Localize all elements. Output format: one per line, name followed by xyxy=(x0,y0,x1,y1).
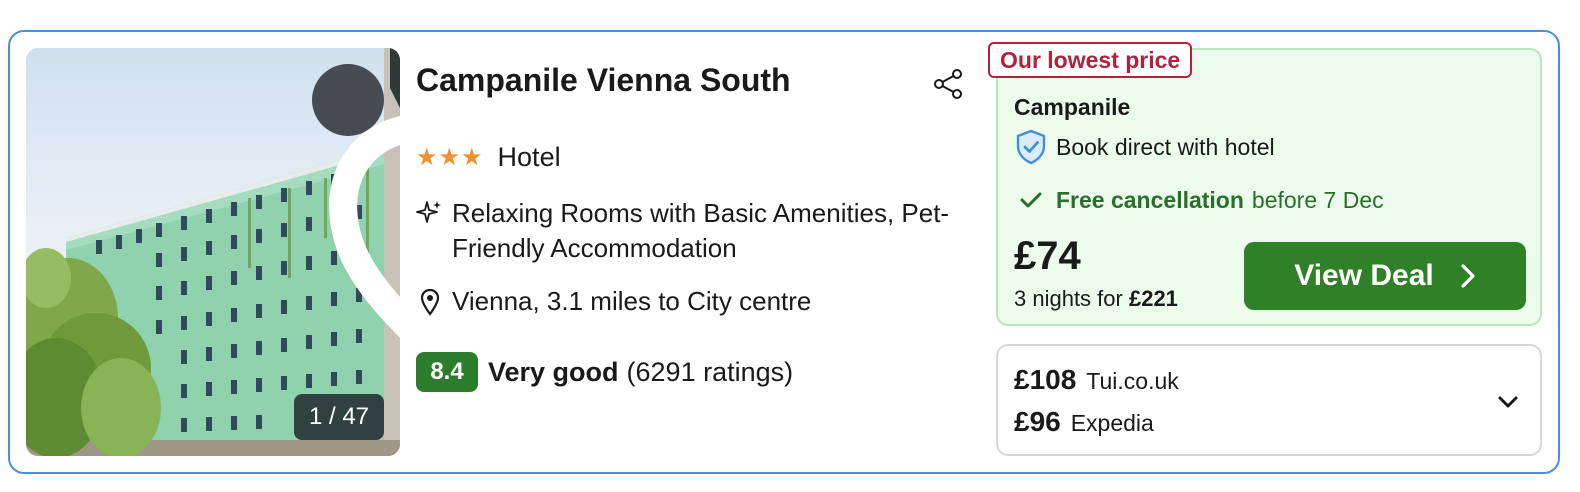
chevron-right-icon xyxy=(1460,263,1476,289)
nights-label: 3 nights for xyxy=(1014,286,1123,311)
offer-price: £96 xyxy=(1014,406,1061,437)
hotel-type: Hotel xyxy=(497,141,561,172)
location-text: Vienna, 3.1 miles to City centre xyxy=(452,286,812,316)
chevron-down-icon[interactable] xyxy=(1494,388,1522,416)
offer-site: Expedia xyxy=(1070,410,1154,436)
rating-score-badge: 8.4 xyxy=(416,352,478,392)
offer-row[interactable]: £108 Tui.co.uk xyxy=(1014,364,1179,396)
offer-row[interactable]: £96 Expedia xyxy=(1014,406,1154,438)
rating-word: Very good xyxy=(488,356,619,387)
hotel-result-card[interactable]: 1 / 47 Campanile Vienna South ★★★ Hotel xyxy=(8,30,1560,474)
rating-count: (6291 ratings) xyxy=(626,356,794,387)
sparkle-icon xyxy=(416,200,444,266)
hotel-info: Campanile Vienna South ★★★ Hotel Relaxin… xyxy=(416,48,976,456)
total-price: £221 xyxy=(1128,286,1178,311)
amenities-row: Relaxing Rooms with Basic Amenities, Pet… xyxy=(416,196,972,266)
hotel-name[interactable]: Campanile Vienna South xyxy=(416,62,791,99)
book-direct-label: Book direct with hotel xyxy=(1056,133,1275,160)
share-button[interactable] xyxy=(930,66,966,102)
free-cancellation-label: Free cancellation xyxy=(1056,186,1244,213)
guest-rating-row[interactable]: 8.4 Very good (6291 ratings) xyxy=(416,352,793,392)
star-rating: ★★★ xyxy=(416,143,484,171)
share-icon xyxy=(934,69,962,99)
hotel-photo[interactable]: 1 / 47 xyxy=(26,48,400,456)
offer-price: £108 xyxy=(1014,364,1077,395)
lowest-price-tag: Our lowest price xyxy=(988,42,1193,78)
view-deal-label: View Deal xyxy=(1294,259,1434,292)
shield-check-icon xyxy=(1016,129,1046,165)
cancellation-deadline: before 7 Dec xyxy=(1251,186,1384,213)
offer-site: Tui.co.uk xyxy=(1086,368,1179,394)
checkmark-icon xyxy=(1020,192,1042,208)
location-row: Vienna, 3.1 miles to City centre xyxy=(416,286,811,317)
view-deal-button[interactable]: View Deal xyxy=(1244,242,1526,310)
photo-counter: 1 / 47 xyxy=(294,394,384,440)
book-direct-row: Book direct with hotel xyxy=(1014,128,1275,166)
hotel-class-row: ★★★ Hotel xyxy=(416,140,561,174)
deal-provider: Campanile xyxy=(1014,94,1131,120)
lowest-price-deal[interactable]: Campanile Book direct with hotel Free ca… xyxy=(996,48,1542,326)
other-offers[interactable]: £108 Tui.co.uk £96 Expedia xyxy=(996,344,1542,456)
total-price-row: 3 nights for £221 xyxy=(1014,286,1178,312)
amenities-description: Relaxing Rooms with Basic Amenities, Pet… xyxy=(452,198,950,263)
nightly-price: £74 xyxy=(1014,234,1081,278)
favorite-button[interactable] xyxy=(312,64,400,338)
map-pin-icon xyxy=(416,288,444,316)
cancellation-row: Free cancellation before 7 Dec xyxy=(1020,184,1384,216)
